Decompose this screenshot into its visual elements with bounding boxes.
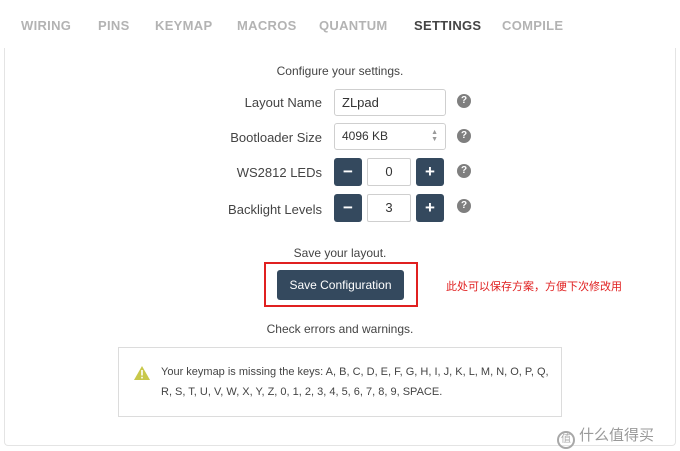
watermark: 值什么值得买 — [557, 424, 654, 449]
tab-compile[interactable]: COMPILE — [502, 18, 563, 33]
ws2812-minus-button[interactable]: − — [334, 158, 362, 186]
tab-pins[interactable]: PINS — [98, 18, 130, 33]
backlight-plus-button[interactable]: + — [416, 194, 444, 222]
backlight-value-input[interactable]: 3 — [367, 194, 411, 222]
save-configuration-button[interactable]: Save Configuration — [277, 270, 404, 300]
bootloader-help-icon[interactable]: ? — [457, 129, 471, 143]
check-prompt: Check errors and warnings. — [266, 322, 414, 336]
settings-intro: Configure your settings. — [276, 64, 404, 78]
backlight-label: Backlight Levels — [228, 202, 322, 217]
watermark-text: 什么值得买 — [579, 426, 655, 444]
ws2812-label: WS2812 LEDs — [236, 165, 322, 180]
save-prompt: Save your layout. — [293, 246, 387, 260]
layout-name-help-icon[interactable]: ? — [457, 94, 471, 108]
missing-keys-warning: Your keymap is missing the keys: A, B, C… — [161, 366, 549, 398]
tab-settings[interactable]: SETTINGS — [414, 18, 481, 33]
tab-macros[interactable]: MACROS — [237, 18, 297, 33]
ws2812-value-input[interactable]: 0 — [367, 158, 411, 186]
warning-box: Your keymap is missing the keys: A, B, C… — [118, 347, 562, 417]
save-annotation: 此处可以保存方案，方便下次修改用 — [446, 280, 622, 293]
select-arrows-icon: ▲ ▼ — [431, 129, 438, 143]
layout-name-label: Layout Name — [244, 95, 322, 110]
tab-quantum[interactable]: QUANTUM — [319, 18, 388, 33]
backlight-minus-button[interactable]: − — [334, 194, 362, 222]
bootloader-size-value: 4096 KB — [342, 129, 389, 143]
tab-bar: WIRING PINS KEYMAP MACROS QUANTUM SETTIN… — [0, 0, 680, 48]
warning-icon — [134, 366, 150, 385]
tab-wiring[interactable]: WIRING — [21, 18, 71, 33]
bootloader-size-label: Bootloader Size — [230, 130, 322, 145]
ws2812-help-icon[interactable]: ? — [457, 164, 471, 178]
backlight-help-icon[interactable]: ? — [457, 199, 471, 213]
watermark-logo-icon: 值 — [557, 431, 575, 449]
ws2812-plus-button[interactable]: + — [416, 158, 444, 186]
bootloader-size-select[interactable]: 4096 KB ▲ ▼ — [334, 123, 446, 150]
tab-keymap[interactable]: KEYMAP — [155, 18, 212, 33]
layout-name-input[interactable] — [334, 89, 446, 116]
